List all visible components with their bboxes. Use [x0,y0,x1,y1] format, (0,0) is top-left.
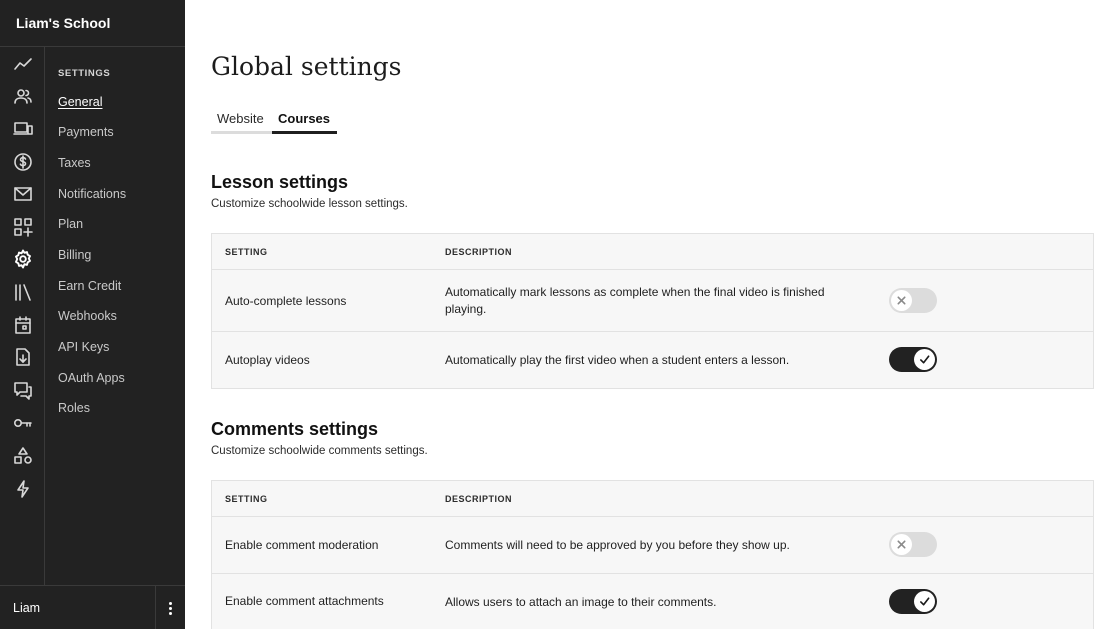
toggle-knob [914,349,935,370]
icon-rail [0,47,45,585]
lesson-settings-title: Lesson settings [211,172,349,192]
tab-website[interactable]: Website [211,110,272,134]
more-options-icon[interactable] [163,598,177,618]
table-header: SETTING DESCRIPTION [212,481,1093,517]
shapes-icon[interactable] [12,445,34,467]
x-icon [897,540,906,549]
table-row: Autoplay videos Automatically play the f… [212,332,1093,388]
column-header-setting: SETTING [225,247,268,257]
toggle-knob [914,591,935,612]
setting-name: Enable comment moderation [225,538,379,552]
comments-settings-subtitle: Customize schoolwide comments settings. [211,445,428,457]
column-header-setting: SETTING [225,494,268,504]
library-icon[interactable] [12,281,34,303]
toggle-knob [891,290,912,311]
users-icon[interactable] [12,85,34,107]
analytics-icon[interactable] [12,53,34,75]
x-icon [897,296,906,305]
setting-description: Allows users to attach an image to their… [445,595,717,609]
user-footer: Liam [0,585,185,629]
school-name[interactable]: Liam's School [0,0,185,47]
setting-name: Auto-complete lessons [225,294,347,308]
table-header: SETTING DESCRIPTION [212,234,1093,270]
nav-item-payments[interactable]: Payments [58,125,114,139]
setting-description: Comments will need to be approved by you… [445,538,790,552]
column-header-description: DESCRIPTION [445,494,513,504]
autoplay-videos-toggle[interactable] [889,347,937,372]
nav-item-taxes[interactable]: Taxes [58,156,91,170]
lesson-settings-table: SETTING DESCRIPTION Auto-complete lesson… [211,233,1094,389]
table-row: Enable comment attachments Allows users … [212,574,1093,629]
file-download-icon[interactable] [12,346,34,368]
lightning-icon[interactable] [12,478,34,500]
page-title: Global settings [211,52,402,81]
settings-nav-title: SETTINGS [58,68,111,79]
comment-attachments-toggle[interactable] [889,589,937,614]
mail-icon[interactable] [12,183,34,205]
nav-item-notifications[interactable]: Notifications [58,187,126,201]
devices-icon[interactable] [12,118,34,140]
table-row: Enable comment moderation Comments will … [212,517,1093,574]
apps-add-icon[interactable] [12,216,34,238]
gear-icon[interactable] [12,248,34,270]
comments-settings-title: Comments settings [211,419,379,439]
nav-item-oauth-apps[interactable]: OAuth Apps [58,371,125,385]
nav-item-general[interactable]: General [58,95,102,109]
toggle-knob [891,534,912,555]
user-name[interactable]: Liam [13,601,40,615]
setting-name: Autoplay videos [225,353,310,367]
comments-settings-table: SETTING DESCRIPTION Enable comment moder… [211,480,1094,629]
column-header-description: DESCRIPTION [445,247,513,257]
main-content: Global settings Website Courses Lesson s… [185,0,1120,629]
table-row: Auto-complete lessons Automatically mark… [212,270,1093,332]
setting-name: Enable comment attachments [225,594,384,608]
dollar-icon[interactable] [12,151,34,173]
auto-complete-lessons-toggle[interactable] [889,288,937,313]
setting-description: Automatically play the first video when … [445,353,790,367]
nav-item-plan[interactable]: Plan [58,217,83,231]
calendar-icon[interactable] [12,314,34,336]
lesson-settings-subtitle: Customize schoolwide lesson settings. [211,198,408,210]
nav-item-roles[interactable]: Roles [58,401,90,415]
footer-divider [155,586,156,629]
chat-icon[interactable] [12,379,34,401]
nav-item-api-keys[interactable]: API Keys [58,340,109,354]
nav-item-webhooks[interactable]: Webhooks [58,309,117,323]
tab-courses[interactable]: Courses [272,110,337,134]
checkmark-icon [920,355,930,364]
sidebar: Liam's School SETTINGS General Payments … [0,0,185,629]
comment-moderation-toggle[interactable] [889,532,937,557]
key-icon[interactable] [12,412,34,434]
setting-description: Automatically mark lessons as complete w… [445,285,825,316]
checkmark-icon [920,597,930,606]
nav-item-earn-credit[interactable]: Earn Credit [58,279,121,293]
nav-item-billing[interactable]: Billing [58,248,91,262]
